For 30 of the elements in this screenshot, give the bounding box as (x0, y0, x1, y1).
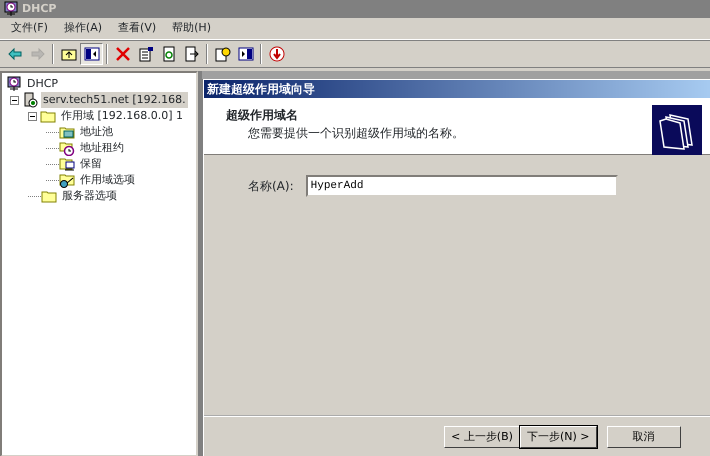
tree-item[interactable]: serv.tech51.net [192.168. (41, 92, 188, 108)
collapse-box[interactable] (10, 96, 19, 104)
field-label: 名称(A): (248, 178, 294, 195)
options-folder-icon (59, 172, 75, 188)
name-field[interactable]: HyperAdd (306, 175, 618, 197)
page-description: 您需要提供一个识别超级作用域的名称。 (247, 125, 464, 142)
clock-monitor-icon (6, 76, 22, 92)
clock-folder-icon (59, 140, 75, 156)
back-button[interactable]: < 上一步(B) (444, 426, 520, 448)
tree-item[interactable]: 地址租约 (78, 140, 126, 156)
menu-item[interactable]: 帮助(H) (164, 20, 219, 37)
next-button[interactable]: 下一步(N) > (520, 426, 597, 448)
menu-item[interactable]: 操作(A) (56, 20, 110, 37)
tree-item[interactable]: 保留 (78, 156, 104, 172)
dialog-title: 新建超级作用域向导 (207, 81, 315, 98)
tree-item[interactable]: 服务器选项 (60, 188, 119, 204)
cancel-button[interactable]: 取消 (606, 426, 681, 448)
tree-item[interactable]: 地址池 (78, 124, 115, 140)
page-heading: 超级作用域名 (226, 107, 299, 124)
tree-item[interactable]: 作用域选项 (78, 172, 137, 188)
window-title: DHCP (22, 0, 56, 17)
computer-folder-icon (59, 156, 75, 172)
collapse-box[interactable] (28, 112, 37, 120)
menu-item[interactable]: 查看(V) (110, 20, 164, 37)
tree-item[interactable]: DHCP (25, 76, 60, 92)
console-tree-icon[interactable] (80, 43, 103, 65)
tree-item[interactable]: 作用域 [192.168.0.0] 1 (59, 108, 186, 124)
clock-monitor-icon (3, 1, 19, 17)
menu-item[interactable]: 文件(F) (3, 20, 56, 37)
server-icon (22, 92, 38, 108)
